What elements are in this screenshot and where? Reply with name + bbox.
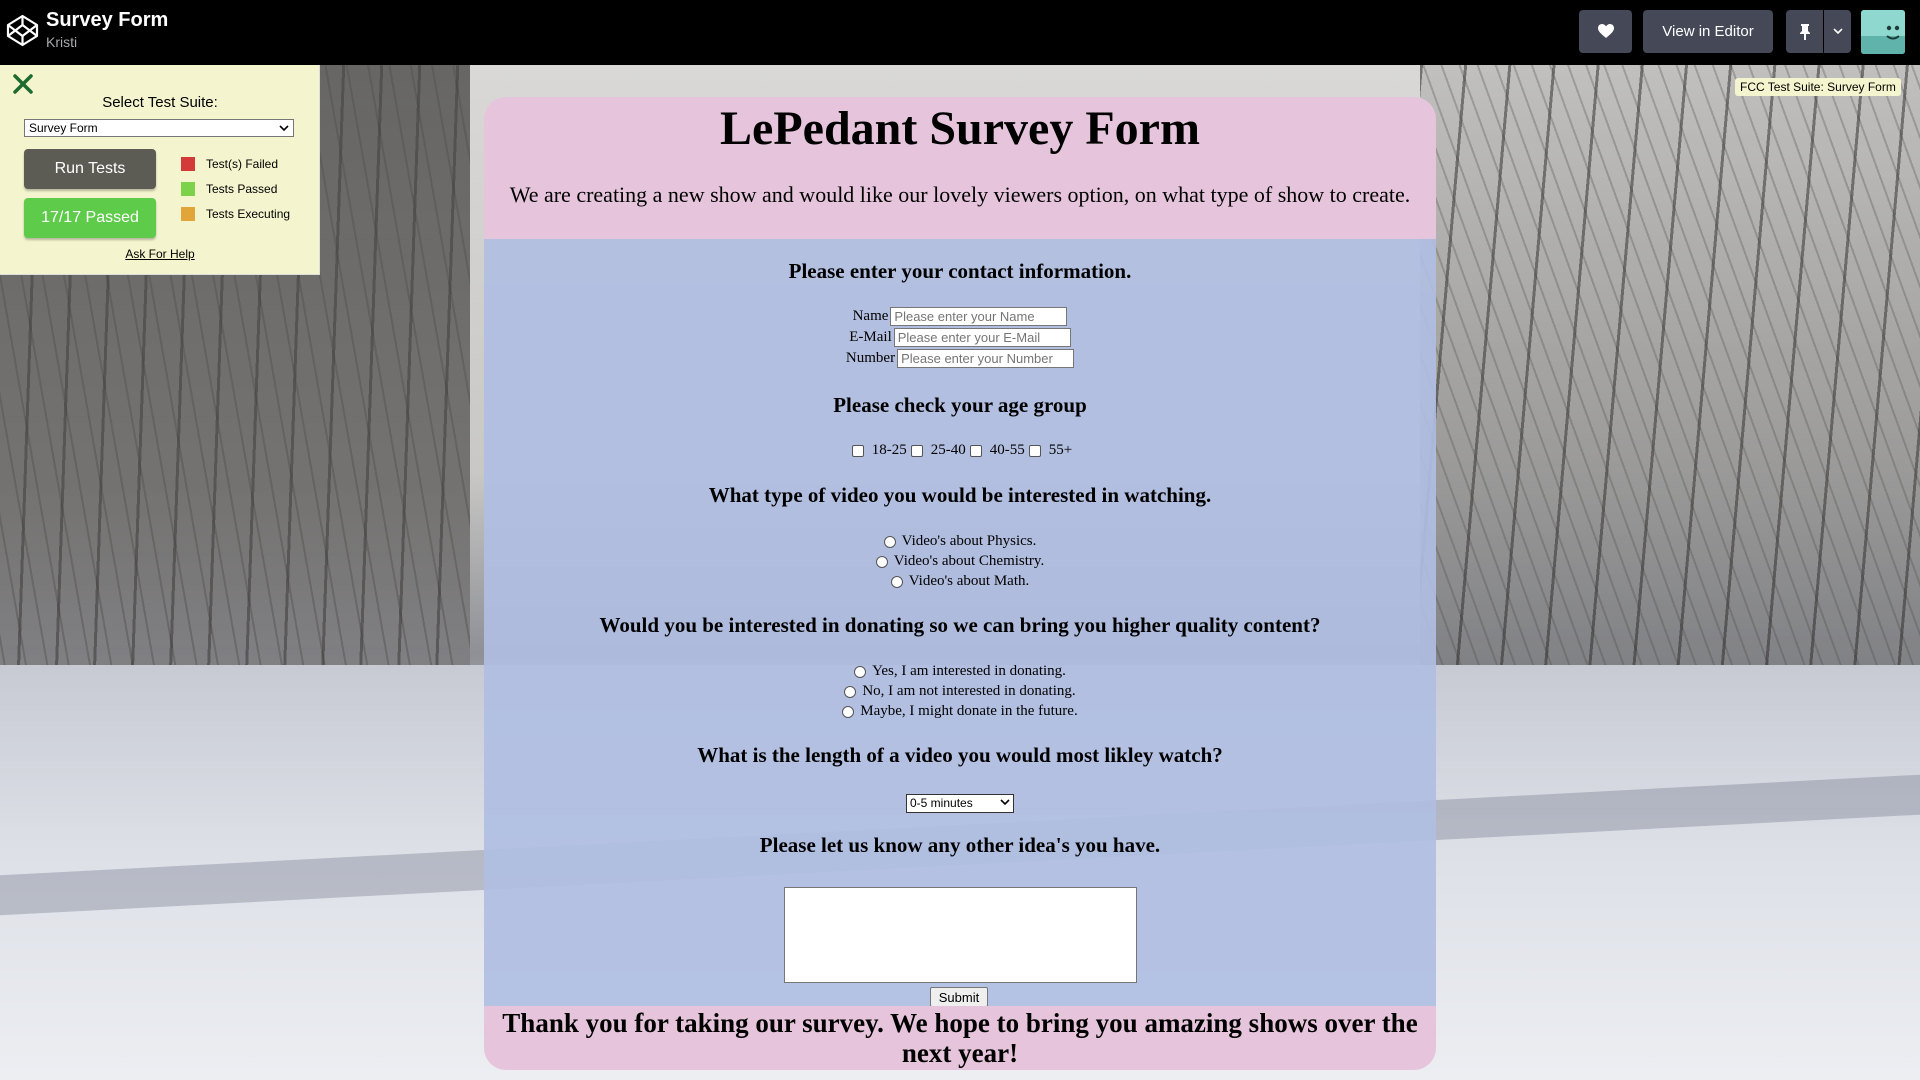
age-heading: Please check your age group: [833, 393, 1087, 417]
form-description: We are creating a new show and would lik…: [509, 182, 1411, 207]
name-row: Name Please enter your Name: [484, 307, 1436, 326]
video-length-select[interactable]: 0-5 minutes: [906, 794, 1014, 813]
donate-option-1: Yes, I am interested in donating.: [484, 663, 1436, 680]
donate-label-2: No, I am not interested in donating.: [862, 683, 1076, 699]
form-header: LePedant Survey Form We are creating a n…: [484, 97, 1436, 239]
video-label-2: Video's about Chemistry.: [893, 553, 1045, 569]
avatar-face-icon: [1861, 10, 1905, 54]
survey-form: LePedant Survey Form We are creating a n…: [484, 97, 1436, 1070]
donate-label-3: Maybe, I might donate in the future.: [860, 703, 1078, 719]
name-label: Name: [852, 308, 889, 324]
legend-executing: Tests Executing: [181, 207, 290, 221]
video-label-3: Video's about Math.: [908, 573, 1030, 589]
donate-option-2: No, I am not interested in donating.: [484, 683, 1436, 700]
video-heading: What type of video you would be interest…: [708, 483, 1212, 507]
legend-passed: Tests Passed: [181, 182, 277, 196]
number-label: Number: [845, 350, 896, 366]
chevron-down-icon: [279, 125, 289, 132]
donate-radio-3[interactable]: [842, 705, 855, 718]
email-label: E-Mail: [849, 329, 892, 345]
age-checkbox-4[interactable]: [1028, 444, 1041, 457]
email-row: E-Mail Please enter your E-Mail: [484, 328, 1436, 347]
legend-failed: Test(s) Failed: [181, 157, 278, 171]
legend-passed-label: Tests Passed: [206, 182, 278, 196]
tests-passed-button[interactable]: 17/17 Passed: [24, 198, 156, 238]
pin-icon: [1799, 23, 1810, 40]
legend-failed-label: Test(s) Failed: [206, 157, 279, 171]
fcc-test-suite-tag: FCC Test Suite: Survey Form: [1735, 78, 1901, 96]
video-radio-3[interactable]: [890, 575, 903, 588]
heart-icon: [1597, 24, 1614, 38]
video-option-2: Video's about Chemistry.: [484, 553, 1436, 570]
video-length-selected: 0-5 minutes: [910, 796, 973, 810]
age-checkboxes: 18-25 25-40 40-55 55+: [484, 442, 1436, 459]
close-icon[interactable]: [12, 73, 34, 95]
donate-option-3: Maybe, I might donate in the future.: [484, 703, 1436, 720]
trees-right: [1420, 65, 1920, 705]
codepen-logo-icon[interactable]: [6, 14, 39, 47]
donate-heading: Would you be interested in donating so w…: [599, 613, 1321, 637]
ask-for-help-link[interactable]: Ask For Help: [0, 247, 320, 261]
fcc-test-panel: Select Test Suite: Survey Form Run Tests…: [0, 65, 320, 275]
number-row: Number Please enter your Number: [484, 349, 1436, 368]
test-suite-select[interactable]: Survey Form: [24, 119, 294, 137]
user-avatar[interactable]: [1861, 10, 1905, 54]
form-footer: Thank you for taking our survey. We hope…: [484, 1006, 1436, 1070]
age-label-3: 40-55: [989, 442, 1025, 458]
email-input[interactable]: Please enter your E-Mail: [893, 328, 1071, 347]
length-row: 0-5 minutes: [484, 794, 1436, 813]
ideas-textarea[interactable]: [784, 887, 1137, 983]
passed-swatch: [181, 182, 195, 196]
video-option-1: Video's about Physics.: [484, 533, 1436, 550]
video-option-3: Video's about Math.: [484, 573, 1436, 590]
name-input[interactable]: Please enter your Name: [890, 307, 1068, 326]
video-radio-1[interactable]: [883, 535, 896, 548]
legend-executing-label: Tests Executing: [206, 207, 291, 221]
form-title: LePedant Survey Form: [720, 102, 1200, 155]
pin-options-button[interactable]: [1824, 10, 1851, 53]
failed-swatch: [181, 157, 195, 171]
chevron-down-icon: [1000, 799, 1010, 806]
pen-title[interactable]: Survey Form: [46, 9, 168, 32]
age-checkbox-1[interactable]: [851, 444, 864, 457]
ideas-heading: Please let us know any other idea's you …: [759, 833, 1161, 857]
submit-button[interactable]: Submit: [930, 987, 988, 1007]
donate-label-1: Yes, I am interested in donating.: [872, 663, 1066, 679]
codepen-topbar: Survey Form Kristi View in Editor: [0, 0, 1920, 65]
video-label-1: Video's about Physics.: [901, 533, 1037, 549]
age-label-1: 18-25: [871, 442, 907, 458]
pen-author[interactable]: Kristi: [46, 34, 77, 50]
length-heading: What is the length of a video you would …: [697, 743, 1223, 767]
number-input[interactable]: Please enter your Number: [897, 349, 1075, 368]
select-test-suite-label: Select Test Suite:: [102, 94, 218, 111]
executing-swatch: [181, 207, 195, 221]
age-checkbox-2[interactable]: [910, 444, 923, 457]
donate-radio-1[interactable]: [854, 665, 867, 678]
donate-radio-2[interactable]: [844, 685, 857, 698]
age-checkbox-3[interactable]: [969, 444, 982, 457]
age-label-4: 55+: [1048, 442, 1073, 458]
contact-heading: Please enter your contact information.: [788, 259, 1132, 283]
pin-button[interactable]: [1786, 10, 1823, 53]
age-label-2: 25-40: [930, 442, 966, 458]
run-tests-button[interactable]: Run Tests: [24, 149, 156, 189]
heart-button[interactable]: [1579, 10, 1632, 53]
chevron-down-icon: [1832, 28, 1843, 35]
video-radio-2[interactable]: [875, 555, 888, 568]
test-suite-selected: Survey Form: [29, 121, 98, 135]
view-in-editor-button[interactable]: View in Editor: [1643, 10, 1773, 53]
